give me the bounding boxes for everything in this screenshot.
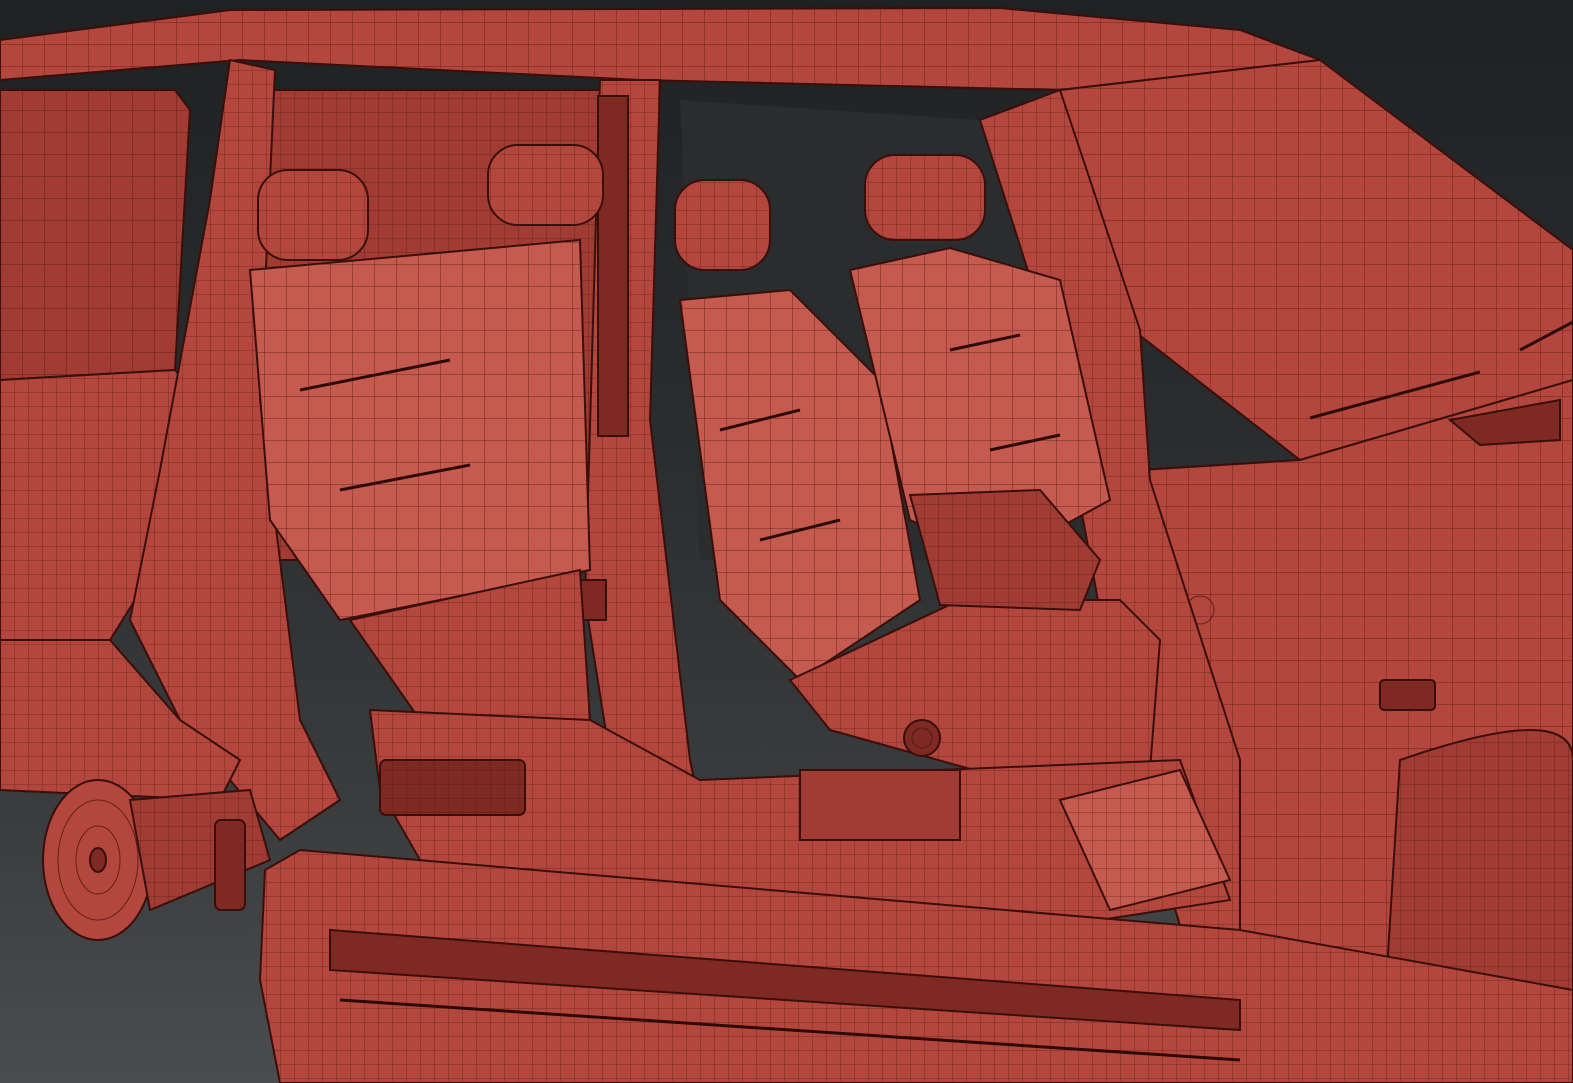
3d-viewport[interactable] — [0, 0, 1573, 1083]
roof — [0, 6, 1321, 92]
wireframe-car-render — [0, 6, 1573, 1083]
rear-wheel-hub — [42, 779, 272, 941]
